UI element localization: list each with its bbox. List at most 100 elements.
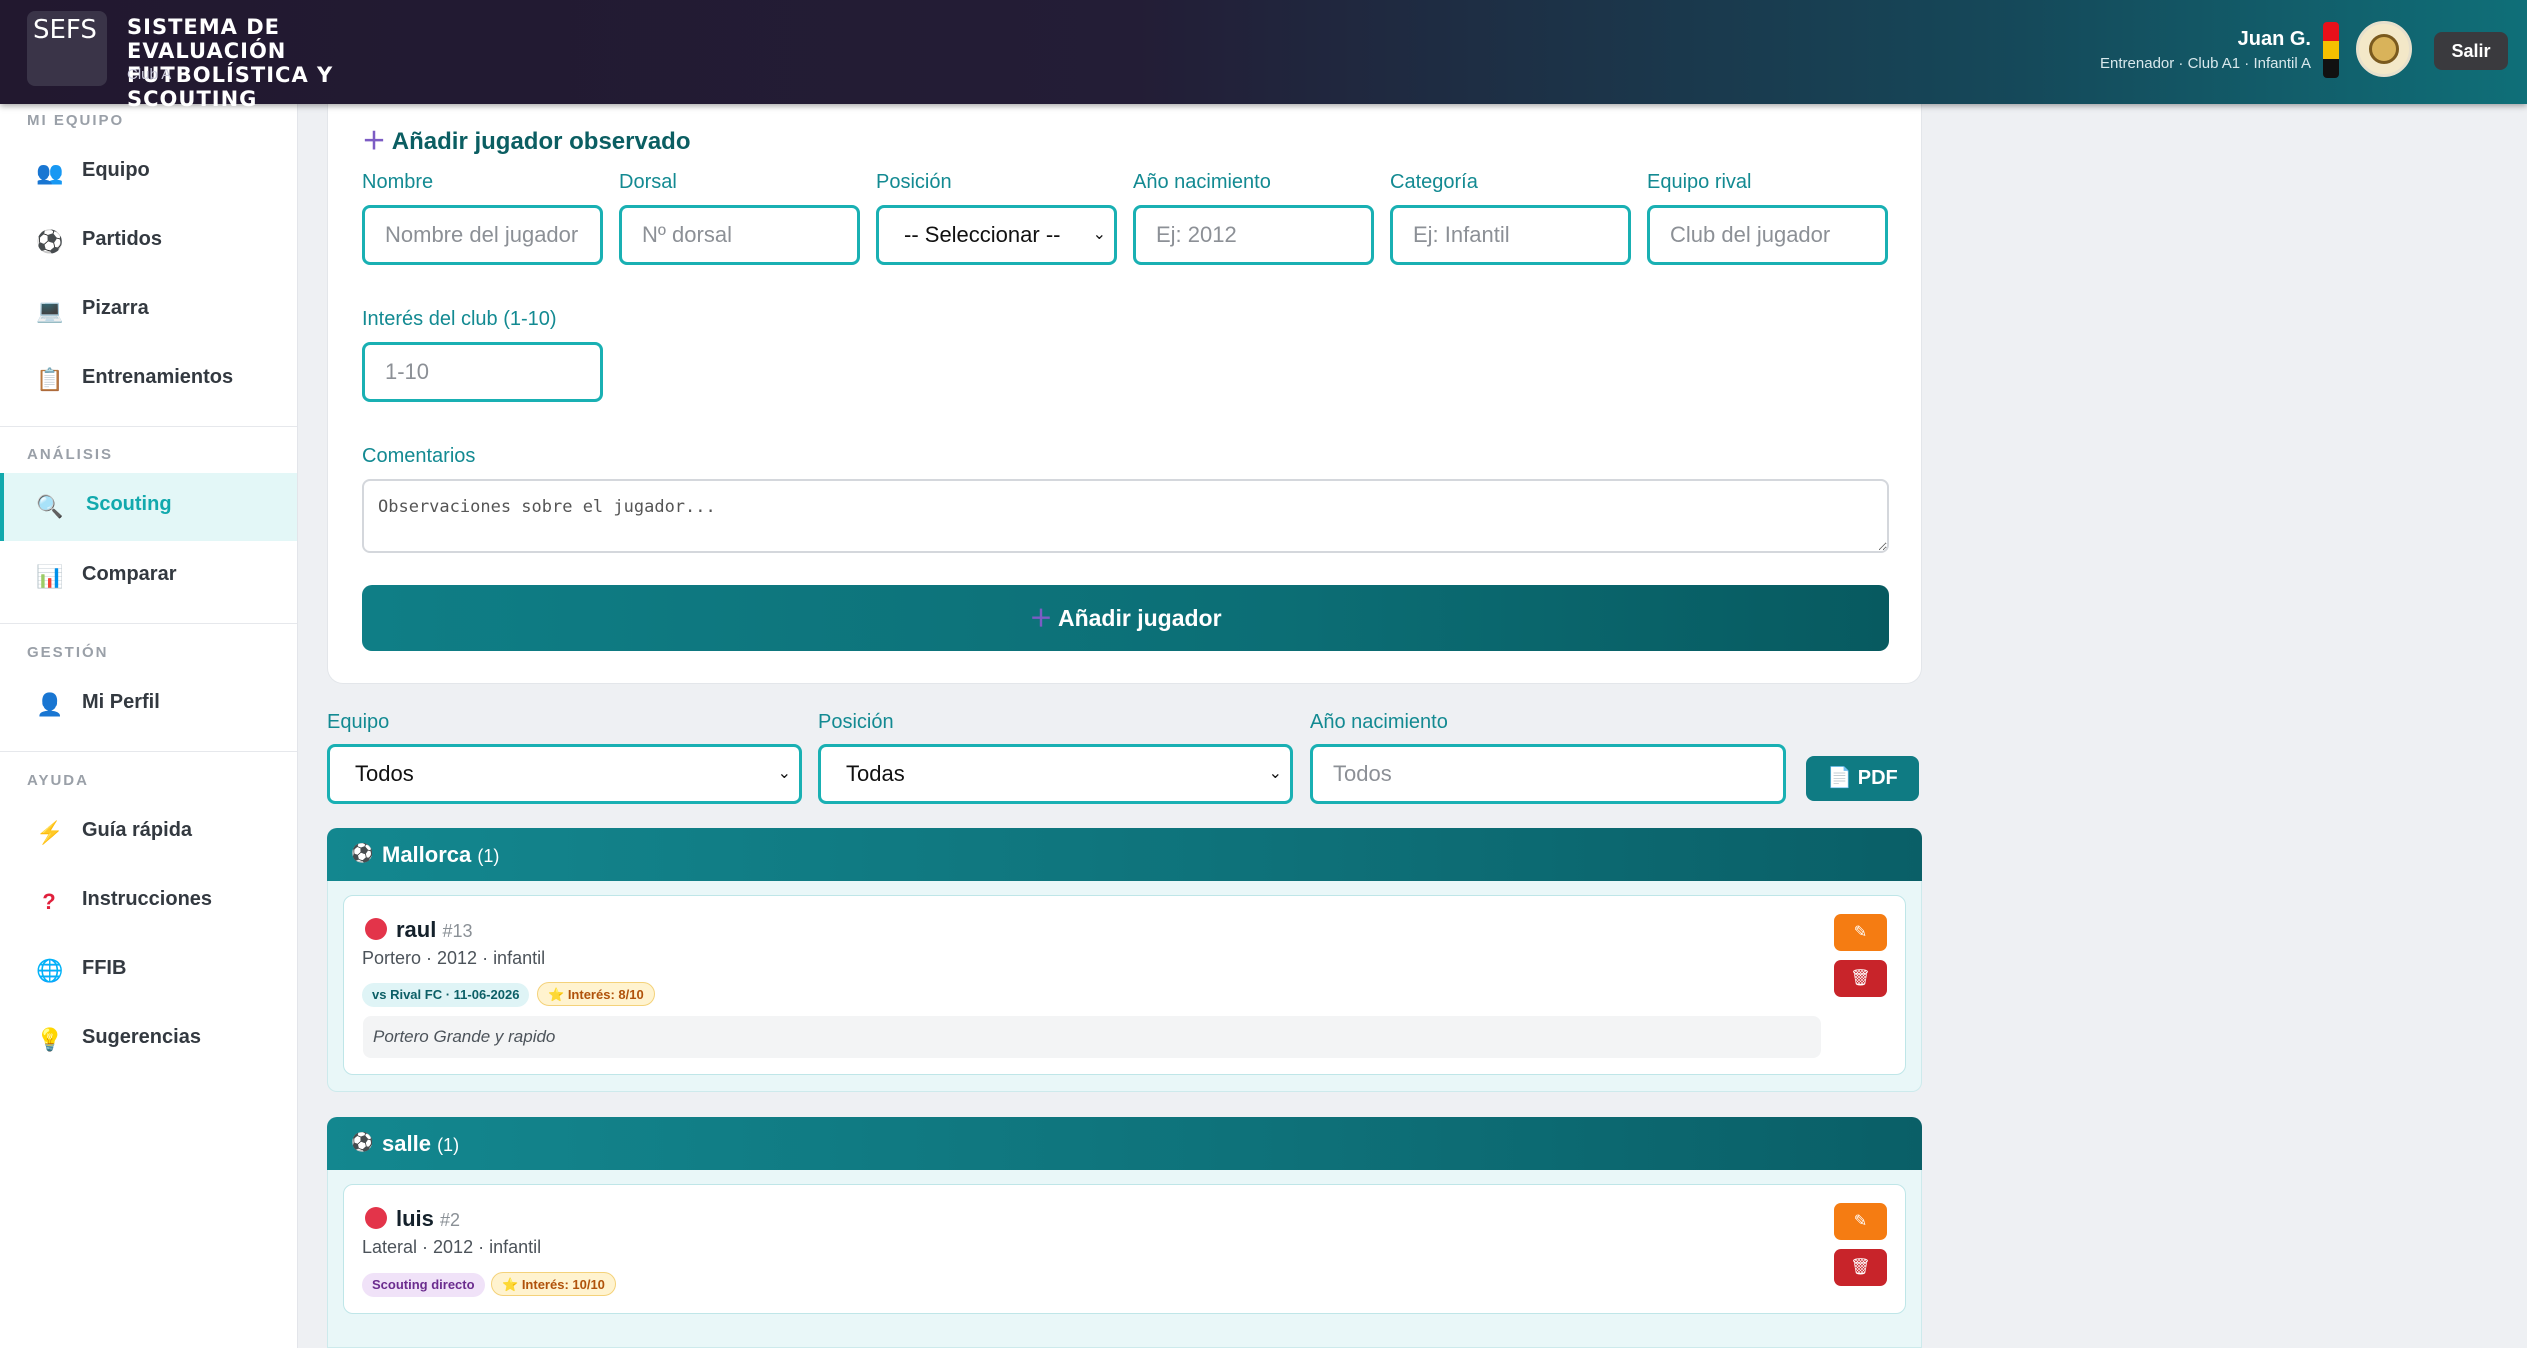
group-name: salle — [382, 1131, 431, 1156]
delete-button[interactable]: 🗑 — [1834, 960, 1887, 997]
soccer-ball-icon: ⚽ — [36, 229, 64, 254]
sidebar-item-label: FFIB — [82, 957, 127, 979]
sidebar-item-ffib[interactable]: 🌐 FFIB — [0, 937, 297, 1005]
sidebar-item-mi-perfil[interactable]: 👤 Mi Perfil — [0, 671, 297, 739]
delete-button[interactable]: 🗑 — [1834, 1249, 1887, 1286]
filter-anio-input[interactable] — [1310, 744, 1786, 804]
sidebar-divider — [0, 426, 297, 427]
interest-text: Interés: 8/10 — [567, 987, 644, 1002]
app-title: SISTEMA DE EVALUACIÓN FUTBOLÍSTICA Y SCO… — [127, 15, 334, 111]
sidebar-item-label: Scouting — [86, 493, 172, 515]
form-title-text: Añadir jugador observado — [391, 128, 691, 155]
sidebar-item-partidos[interactable]: ⚽ Partidos — [0, 208, 297, 276]
sidebar-item-guia-rapida[interactable]: ⚡ Guía rápida — [0, 799, 297, 867]
filter-posicion-label: Posición — [818, 711, 894, 733]
rival-input[interactable] — [1647, 205, 1888, 265]
globe-icon: 🌐 — [36, 958, 64, 983]
club-name: Club A — [127, 66, 172, 83]
filter-equipo-select[interactable]: Todos ⌄ — [327, 744, 802, 804]
sidebar-item-pizarra[interactable]: 💻 Pizarra — [0, 277, 297, 345]
soccer-ball-icon: ⚽ — [351, 843, 374, 863]
categoria-input[interactable] — [1390, 205, 1631, 265]
nombre-label: Nombre — [362, 171, 434, 193]
comentarios-textarea[interactable] — [362, 479, 1889, 553]
logo-alt-text: SEFS — [33, 15, 97, 45]
sidebar: MI EQUIPO 👥 Equipo ⚽ Partidos 💻 Pizarra … — [0, 104, 298, 1348]
top-bar: SEFS SISTEMA DE EVALUACIÓN FUTBOLÍSTICA … — [0, 0, 2527, 111]
sidebar-item-scouting[interactable]: 🔍 Scouting — [0, 473, 297, 541]
players-icon: 👥 — [36, 160, 64, 185]
filter-posicion-select[interactable]: Todas ⌄ — [818, 744, 1293, 804]
dorsal-label: Dorsal — [619, 171, 677, 193]
sidebar-item-comparar[interactable]: 📊 Comparar — [0, 543, 297, 611]
star-icon: ⭐ — [548, 987, 565, 1002]
filter-posicion-value: Todas — [846, 761, 905, 786]
group-title: Mallorca (1) — [382, 842, 499, 868]
trash-icon: 🗑 — [1850, 1259, 1871, 1276]
sidebar-section-gestion: GESTIÓN — [27, 644, 109, 661]
sidebar-section-analisis: ANÁLISIS — [27, 446, 114, 463]
form-title: ＋ Añadir jugador observado — [362, 121, 691, 156]
sidebar-item-label: Comparar — [82, 563, 177, 585]
sidebar-item-label: Instrucciones — [82, 888, 213, 910]
sidebar-item-entrenamientos[interactable]: 📋 Entrenamientos — [0, 346, 297, 414]
edit-button[interactable]: ✎ — [1834, 914, 1887, 951]
sidebar-item-sugerencias[interactable]: 💡 Sugerencias — [0, 1006, 297, 1074]
pdf-export-button[interactable]: 📄 PDF — [1806, 756, 1919, 801]
plus-icon: ＋ — [362, 128, 386, 155]
chevron-down-icon: ⌄ — [777, 765, 791, 782]
bar-chart-icon: 📊 — [36, 564, 64, 589]
filter-equipo-value: Todos — [355, 761, 414, 786]
player-number: #2 — [440, 1210, 461, 1230]
plus-icon: ＋ — [1029, 605, 1053, 631]
star-icon: ⭐ — [502, 1277, 519, 1292]
app-logo: SEFS — [27, 11, 107, 86]
nombre-input[interactable] — [362, 205, 603, 265]
player-number: #13 — [442, 921, 473, 941]
posicion-select-value: -- Seleccionar -- — [904, 222, 1061, 247]
chevron-down-icon: ⌄ — [1268, 765, 1282, 782]
posicion-select[interactable]: -- Seleccionar -- ⌄ — [876, 205, 1117, 265]
add-player-button[interactable]: ＋ Añadir jugador — [362, 585, 1889, 651]
sidebar-item-instrucciones[interactable]: ? Instrucciones — [0, 868, 297, 936]
sidebar-divider — [0, 623, 297, 624]
player-name-text: luis — [396, 1206, 434, 1231]
sidebar-item-label: Sugerencias — [82, 1026, 201, 1048]
question-icon: ? — [42, 889, 56, 914]
interest-badge: ⭐ Interés: 8/10 — [537, 982, 655, 1006]
sidebar-section-ayuda: AYUDA — [27, 772, 89, 789]
sidebar-item-equipo[interactable]: 👥 Equipo — [0, 139, 297, 207]
group-count: (1) — [437, 1135, 460, 1155]
dorsal-input[interactable] — [619, 205, 860, 265]
anio-input[interactable] — [1133, 205, 1374, 265]
interes-input[interactable] — [362, 342, 603, 402]
club-crest — [2356, 21, 2412, 77]
group-title: salle (1) — [382, 1131, 459, 1157]
sidebar-divider — [0, 751, 297, 752]
interes-label: Interés del club (1-10) — [362, 308, 557, 330]
group-header-mallorca[interactable]: ⚽ Mallorca (1) — [327, 828, 1922, 881]
sidebar-section-mi-equipo: MI EQUIPO — [27, 112, 125, 129]
soccer-ball-icon: ⚽ — [351, 1132, 374, 1152]
user-role: Entrenador · Club A1 · Infantil A — [2100, 55, 2311, 72]
sidebar-item-label: Guía rápida — [82, 819, 193, 841]
status-dot — [365, 1207, 387, 1229]
chevron-down-icon: ⌄ — [1092, 226, 1106, 243]
logout-button[interactable]: Salir — [2434, 32, 2508, 70]
laptop-icon: 💻 — [36, 298, 64, 323]
sidebar-item-label: Pizarra — [82, 297, 149, 319]
group-name: Mallorca — [382, 842, 472, 867]
comentarios-label: Comentarios — [362, 445, 476, 467]
group-header-salle[interactable]: ⚽ salle (1) — [327, 1117, 1922, 1170]
player-name: raul #13 — [396, 917, 473, 943]
player-name: luis #2 — [396, 1206, 460, 1232]
clipboard-icon: 📋 — [36, 367, 64, 392]
document-icon: 📄 — [1827, 767, 1853, 789]
player-note: Portero Grande y rapido — [363, 1016, 1821, 1058]
sidebar-item-label: Equipo — [82, 159, 150, 181]
lightning-icon: ⚡ — [36, 820, 64, 845]
group-count: (1) — [477, 846, 500, 866]
anio-label: Año nacimiento — [1133, 171, 1271, 193]
edit-button[interactable]: ✎ — [1834, 1203, 1887, 1240]
lightbulb-icon: 💡 — [36, 1027, 64, 1052]
